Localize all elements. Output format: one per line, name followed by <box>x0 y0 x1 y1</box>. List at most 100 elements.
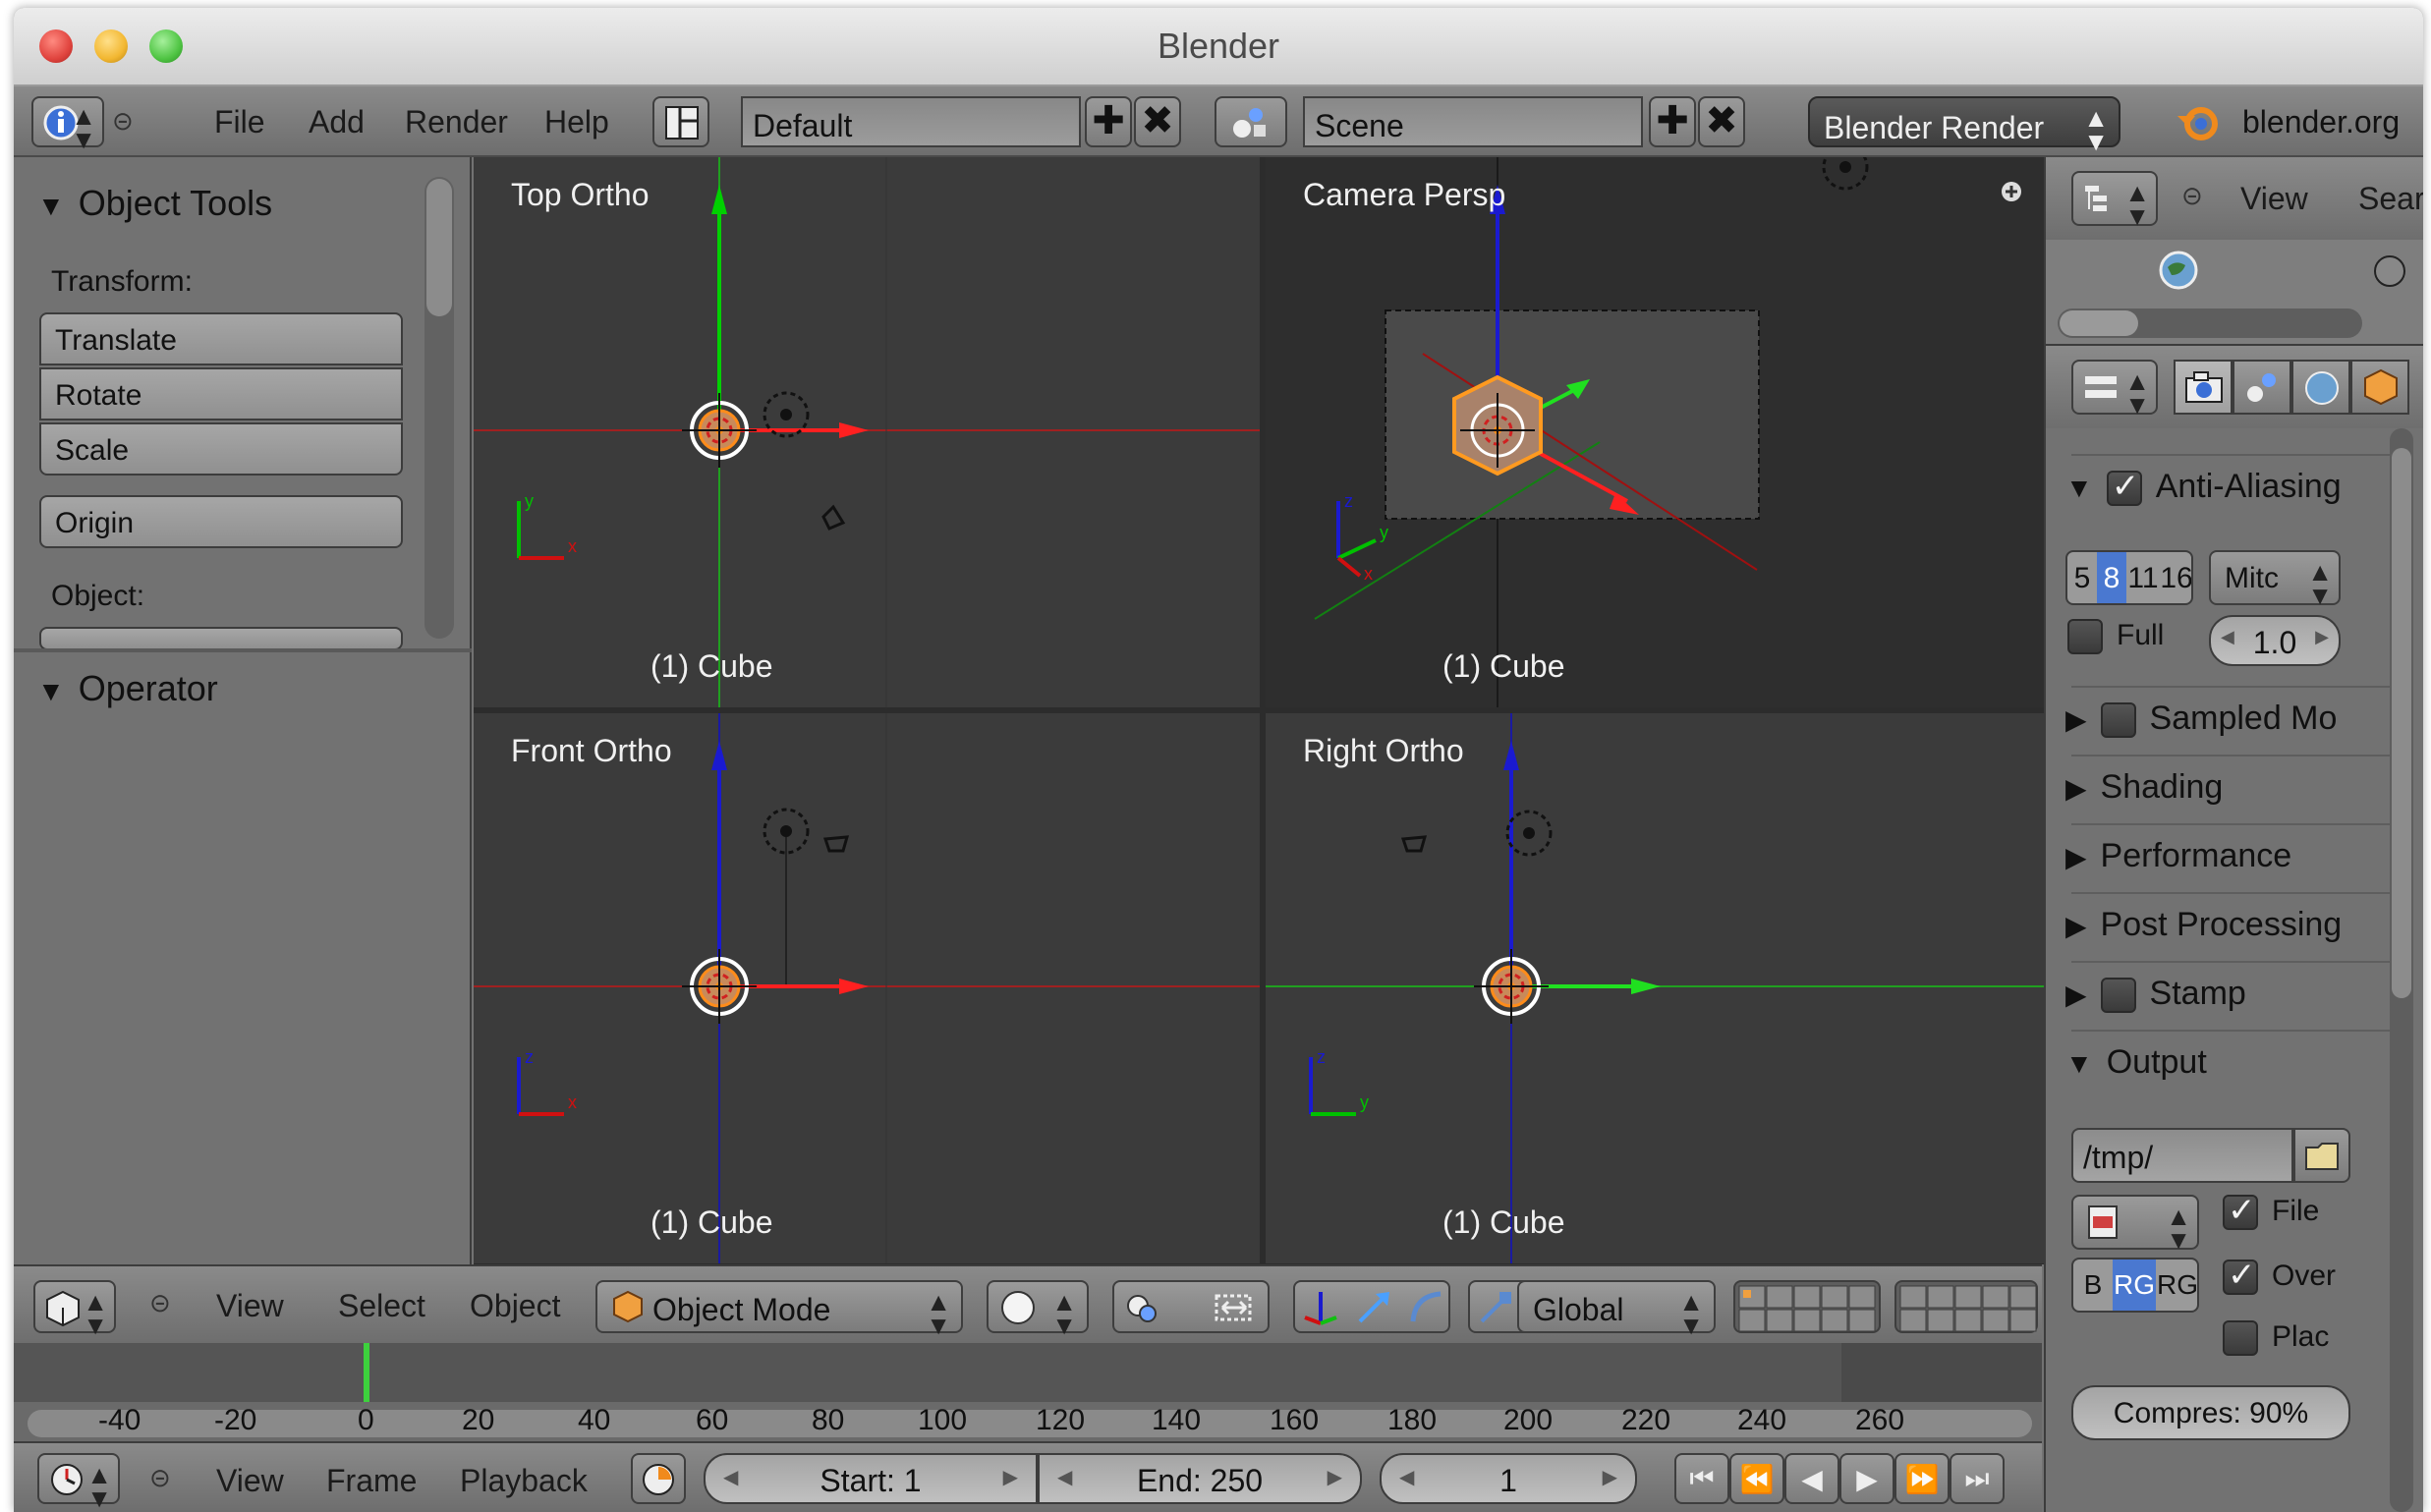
file-extensions-toggle[interactable]: File <box>2223 1191 2319 1231</box>
properties-scrollbar[interactable] <box>2390 428 2413 1512</box>
play-reverse-button[interactable]: ◀ <box>1784 1453 1839 1504</box>
editor-type-properties-button[interactable]: ▲ ▼ <box>2071 360 2158 418</box>
performance-panel-header[interactable]: ▶ Performance <box>2065 837 2291 875</box>
placeholders-checkbox[interactable] <box>2223 1320 2258 1357</box>
rotate-button[interactable]: Rotate <box>39 367 403 420</box>
viewport-shading-dropdown[interactable]: ▲ ▼ <box>987 1280 1089 1338</box>
collapse-menu-icon[interactable]: ⊝ <box>2181 181 2203 211</box>
origin-button[interactable]: Origin <box>39 495 403 548</box>
menu-view[interactable]: View <box>2240 181 2308 217</box>
menu-view[interactable]: View <box>216 1463 284 1499</box>
object-tools-panel-header[interactable]: ▼ Object Tools <box>37 183 272 224</box>
post-processing-panel-header[interactable]: ▶ Post Processing <box>2065 906 2342 944</box>
tool-shelf-scrollbar[interactable] <box>424 177 454 639</box>
aa-filter-dropdown[interactable]: Mitc ▲ ▼ <box>2209 550 2341 608</box>
editor-type-outliner-button[interactable]: ▲ ▼ <box>2071 171 2158 229</box>
collapse-menu-icon[interactable]: ⊝ <box>149 1463 171 1493</box>
viewport-front-ortho[interactable]: z x Front Ortho (1) Cube <box>474 713 1260 1263</box>
aa-samples-selector[interactable]: 5 8 11 16 <box>2065 550 2193 605</box>
jump-to-next-keyframe-button[interactable]: ⏩ <box>1894 1453 1950 1504</box>
sampled-motion-checkbox[interactable] <box>2100 702 2136 739</box>
jump-to-start-button[interactable]: ⏮ <box>1674 1453 1729 1504</box>
scrollbar-thumb[interactable] <box>2060 310 2138 336</box>
aa-sample-option-selected[interactable]: 8 <box>2097 552 2126 603</box>
render-engine-dropdown[interactable]: Blender Render ▲ ▼ <box>1808 96 2120 154</box>
pivot-point-dropdown[interactable] <box>1112 1280 1270 1333</box>
delete-screen-button[interactable]: ✖ <box>1134 96 1181 147</box>
collapse-menu-icon[interactable]: ⊝ <box>112 106 134 137</box>
increment-arrow-icon[interactable]: ▶ <box>1603 1465 1617 1489</box>
start-frame-field[interactable]: ◀ Start: 1 ▶ <box>704 1453 1038 1504</box>
full-sample-checkbox[interactable] <box>2067 619 2103 655</box>
shading-panel-header[interactable]: ▶ Shading <box>2065 768 2223 807</box>
jump-to-prev-keyframe-button[interactable]: ⏪ <box>1729 1453 1784 1504</box>
full-sample-toggle[interactable]: Full <box>2067 619 2164 655</box>
menu-frame[interactable]: Frame <box>326 1463 417 1499</box>
translate-manipulator-icon[interactable] <box>1354 1288 1393 1327</box>
transform-manipulator-icon[interactable] <box>1301 1288 1340 1327</box>
file-extensions-checkbox[interactable] <box>2223 1191 2258 1231</box>
visibility-circle-icon[interactable] <box>2370 252 2409 291</box>
menu-object[interactable]: Object <box>470 1288 560 1324</box>
viewport-camera-persp[interactable]: z y x Camera Persp (1) Cube <box>1266 157 2052 707</box>
increment-arrow-icon[interactable]: ▶ <box>2315 627 2329 647</box>
editor-type-3dview-button[interactable]: ▲ ▼ <box>33 1280 116 1338</box>
aa-sample-option[interactable]: 5 <box>2067 552 2097 603</box>
timeline-scrollbar[interactable] <box>28 1410 2032 1437</box>
menu-select[interactable]: Select <box>338 1288 425 1324</box>
compression-slider[interactable]: Compres: 90% <box>2071 1385 2350 1440</box>
output-panel-header[interactable]: ▼ Output <box>2065 1043 2207 1082</box>
output-path-field[interactable]: /tmp/ <box>2071 1128 2293 1183</box>
overwrite-toggle[interactable]: Over <box>2223 1256 2336 1296</box>
tab-scene[interactable] <box>2233 360 2291 415</box>
anti-aliasing-panel-header[interactable]: ▼ Anti-Aliasing <box>2065 467 2342 507</box>
scrollbar-thumb[interactable] <box>2392 448 2411 998</box>
menu-view[interactable]: View <box>216 1288 284 1324</box>
increment-arrow-icon[interactable]: ▶ <box>1003 1465 1018 1489</box>
menu-render[interactable]: Render <box>405 104 508 140</box>
outliner-scrollbar[interactable] <box>2058 308 2362 338</box>
menu-file[interactable]: File <box>214 104 265 140</box>
color-mode-option[interactable]: B <box>2073 1260 2113 1311</box>
placeholders-toggle[interactable]: Plac <box>2223 1320 2329 1357</box>
outliner-body[interactable] <box>2046 240 2423 346</box>
jump-to-end-button[interactable]: ⏭ <box>1950 1453 2005 1504</box>
timeline-editor[interactable]: -40 -20 0 20 40 60 80 100 120 140 160 18… <box>14 1343 2042 1441</box>
file-format-dropdown[interactable]: ▲ ▼ <box>2071 1195 2199 1253</box>
menu-playback[interactable]: Playback <box>460 1463 588 1499</box>
tab-world[interactable] <box>2291 360 2350 415</box>
stamp-panel-header[interactable]: ▶ Stamp <box>2065 975 2246 1014</box>
rotate-manipulator-icon[interactable] <box>1407 1288 1446 1327</box>
play-button[interactable]: ▶ <box>1839 1453 1894 1504</box>
screen-layout-icon-button[interactable] <box>652 96 709 147</box>
color-mode-selector[interactable]: B RG RG <box>2071 1258 2199 1313</box>
screen-layout-field[interactable]: Default <box>741 96 1081 147</box>
scene-field[interactable]: Scene <box>1303 96 1643 147</box>
partially-hidden-object-button[interactable] <box>39 627 403 650</box>
current-frame-cursor[interactable] <box>364 1343 369 1404</box>
color-mode-option-selected[interactable]: RG <box>2113 1260 2156 1311</box>
transform-orientation-dropdown[interactable]: Global ▲ ▼ <box>1517 1280 1716 1338</box>
overwrite-checkbox[interactable] <box>2223 1256 2258 1296</box>
browse-folder-button[interactable] <box>2293 1128 2350 1183</box>
menu-add[interactable]: Add <box>309 104 365 140</box>
timeline-track[interactable] <box>14 1343 2042 1402</box>
operator-panel-header[interactable]: ▼ Operator <box>37 668 218 709</box>
aa-sample-option[interactable]: 11 <box>2126 552 2160 603</box>
filter-size-field[interactable]: ◀ 1.0 ▶ <box>2209 615 2341 666</box>
editor-type-info-button[interactable]: ▲ ▼ <box>31 96 104 152</box>
color-mode-option[interactable]: RG <box>2156 1260 2197 1311</box>
search-menu[interactable]: Sear <box>2358 181 2423 217</box>
collapse-menu-icon[interactable]: ⊝ <box>149 1288 171 1318</box>
editor-type-timeline-button[interactable]: ▲ ▼ <box>37 1453 120 1511</box>
scrollbar-thumb[interactable] <box>426 179 452 316</box>
translate-button[interactable]: Translate <box>39 312 403 365</box>
layers-group-1[interactable] <box>1733 1280 1881 1333</box>
anti-aliasing-checkbox[interactable] <box>2106 467 2142 507</box>
sampled-motion-panel-header[interactable]: ▶ Sampled Mo <box>2065 700 2337 739</box>
tab-object[interactable] <box>2350 360 2409 415</box>
increment-arrow-icon[interactable]: ▶ <box>1328 1465 1342 1489</box>
stamp-checkbox[interactable] <box>2100 978 2136 1014</box>
current-frame-field[interactable]: ◀ 1 ▶ <box>1380 1453 1637 1504</box>
menu-help[interactable]: Help <box>544 104 609 140</box>
